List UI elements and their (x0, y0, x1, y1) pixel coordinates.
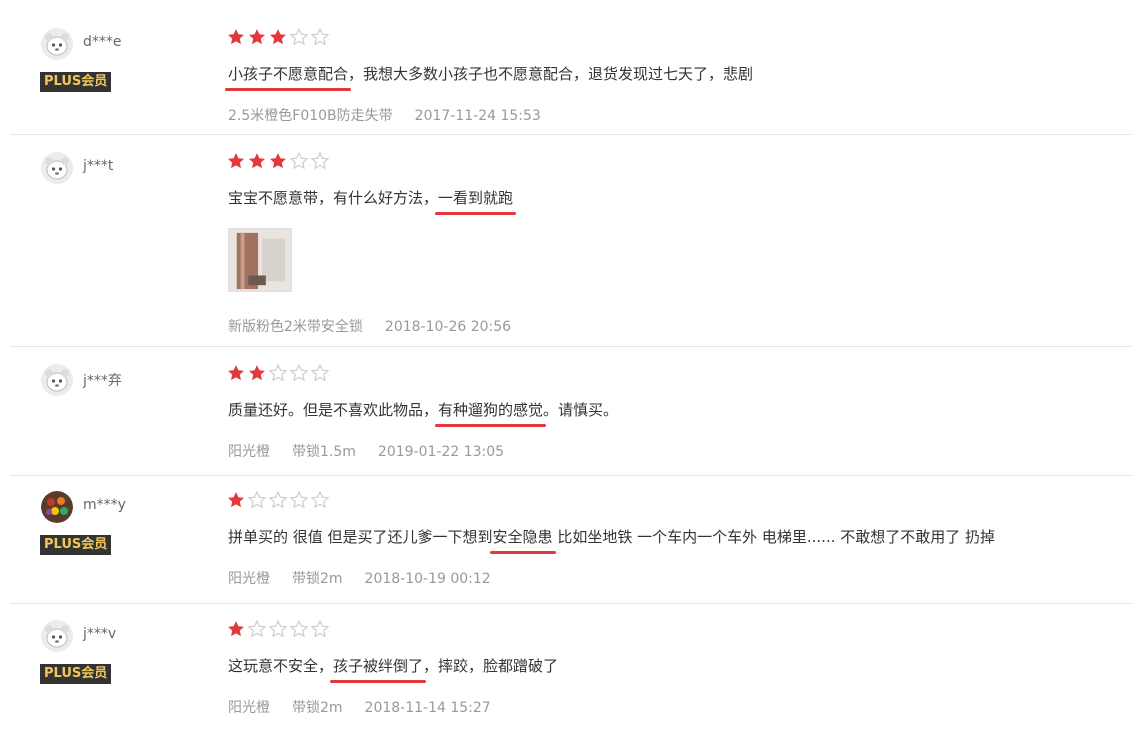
product-variant-tag: 带锁1.5m (292, 444, 356, 460)
star-filled-icon (228, 621, 244, 637)
plus-member-badge: PLUS会员 (40, 72, 112, 92)
review-text: 宝宝不愿意带，有什么好方法，一看到就跑 (228, 186, 517, 215)
review-list: d***e PLUS会员 小孩子不愿意配合，我想大多数小孩子也不愿意配合，退货发现过… (0, 0, 1140, 739)
star-empty-icon (289, 151, 309, 170)
review-datetime: 2018-10-26 20:56 (384, 319, 512, 335)
default-avatar-icon[interactable] (41, 364, 73, 396)
review-divider (10, 475, 1132, 476)
review-text-before: 质量还好。但是不喜欢此物品， (228, 401, 439, 419)
star-empty-icon (247, 490, 267, 509)
product-variant-tag: 2.5米橙色F010B防走失带 (228, 108, 393, 124)
highlighted-phrase: 孩子被绊倒了 (330, 654, 427, 683)
star-empty-icon (268, 363, 288, 382)
highlighted-phrase: 小孩子不愿意配合 (224, 62, 352, 91)
review-photo-thumbnail[interactable] (228, 228, 292, 292)
star-empty-icon (289, 363, 309, 382)
star-filled-icon (228, 29, 244, 45)
review-item: m***y PLUS会员 拼单买的 很值 但是买了还儿爹一下想到安全隐患 比如坐地铁… (0, 487, 1140, 587)
review-text: 质量还好。但是不喜欢此物品，有种遛狗的感觉。请慎买。 (228, 398, 619, 427)
star-filled-icon (228, 365, 244, 381)
star-filled-icon (228, 492, 244, 508)
star-empty-icon (268, 619, 288, 638)
review-meta: 阳光橙 带锁2m 2018-11-14 15:27 (228, 697, 513, 717)
product-variant-tag: 新版粉色2米带安全锁 (228, 319, 363, 335)
default-avatar-icon[interactable] (41, 152, 73, 184)
star-filled-icon (249, 365, 265, 381)
product-variant-tag: 阳光橙 (228, 700, 270, 716)
star-rating (226, 490, 331, 510)
star-empty-icon (289, 27, 309, 46)
review-text-before: 宝宝不愿意带，有什么好方法， (228, 189, 439, 207)
highlighted-phrase: 安全隐患 (489, 525, 556, 554)
default-avatar-icon[interactable] (41, 28, 73, 60)
review-divider (10, 346, 1132, 347)
star-empty-icon (289, 490, 309, 509)
username[interactable]: j***弃 (83, 370, 122, 390)
star-empty-icon (268, 490, 288, 509)
star-empty-icon (310, 27, 330, 46)
star-empty-icon (310, 151, 330, 170)
review-datetime: 2018-11-14 15:27 (364, 700, 491, 716)
review-text: 小孩子不愿意配合，我想大多数小孩子也不愿意配合，退货发现过七天了，悲剧 (224, 62, 754, 91)
review-divider (10, 134, 1132, 135)
review-text-after: ，我想大多数小孩子也不愿意配合，退货发现过七天了，悲剧 (348, 65, 754, 83)
plus-member-badge: PLUS会员 (40, 535, 112, 555)
review-text-before: 拼单买的 很值 但是买了还儿爹一下想到 (228, 528, 493, 546)
highlighted-phrase: 有种遛狗的感觉 (435, 398, 547, 427)
star-filled-icon (270, 29, 286, 45)
review-meta: 阳光橙 带锁2m 2018-10-19 00:12 (228, 568, 513, 588)
review-text: 拼单买的 很值 但是买了还儿爹一下想到安全隐患 比如坐地铁 一个车内一个车外 电… (228, 525, 996, 554)
star-empty-icon (310, 619, 330, 638)
review-datetime: 2018-10-19 00:12 (364, 571, 491, 587)
product-variant-tag: 阳光橙 (228, 444, 270, 460)
review-datetime: 2019-01-22 13:05 (377, 444, 505, 460)
username[interactable]: d***e (83, 34, 122, 50)
star-filled-icon (228, 153, 244, 169)
star-rating (226, 363, 331, 383)
default-avatar-icon[interactable] (41, 620, 73, 652)
review-text-after: 。请慎买。 (543, 401, 619, 419)
review-meta: 新版粉色2米带安全锁 2018-10-26 20:56 (228, 316, 533, 336)
star-rating (226, 27, 331, 47)
review-text-after: ，摔跤，脸都蹭破了 (423, 657, 559, 675)
review-divider (10, 603, 1132, 604)
star-rating (226, 619, 331, 639)
review-meta: 2.5米橙色F010B防走失带 2017-11-24 15:53 (228, 105, 563, 125)
star-empty-icon (310, 363, 330, 382)
product-variant-tag: 带锁2m (292, 700, 343, 716)
star-empty-icon (310, 490, 330, 509)
review-meta: 阳光橙 带锁1.5m 2019-01-22 13:05 (228, 441, 526, 461)
username[interactable]: j***v (83, 626, 116, 642)
review-text-after: 比如坐地铁 一个车内一个车外 电梯里...... 不敢想了不敢用了 扔掉 (552, 528, 996, 546)
star-filled-icon (249, 153, 265, 169)
username[interactable]: m***y (83, 497, 126, 513)
review-text: 这玩意不安全，孩子被绊倒了，摔跤，脸都蹭破了 (228, 654, 559, 683)
user-photo-avatar-icon[interactable] (41, 491, 73, 523)
review-text-before: 这玩意不安全， (228, 657, 334, 675)
username[interactable]: j***t (83, 158, 113, 174)
review-item: j***v PLUS会员 这玩意不安全，孩子被绊倒了，摔跤，脸都蹭破了阳光橙 带锁2m… (0, 616, 1140, 716)
star-filled-icon (270, 153, 286, 169)
product-variant-tag: 阳光橙 (228, 571, 270, 587)
plus-member-badge: PLUS会员 (40, 664, 112, 684)
review-item: j***t 宝宝不愿意带，有什么好方法，一看到就跑新版粉色2米带安全锁 2018-1… (0, 148, 1140, 335)
highlighted-phrase: 一看到就跑 (435, 186, 517, 215)
star-rating (226, 151, 331, 171)
star-empty-icon (289, 619, 309, 638)
star-empty-icon (247, 619, 267, 638)
star-filled-icon (249, 29, 265, 45)
product-variant-tag: 带锁2m (292, 571, 343, 587)
review-datetime: 2017-11-24 15:53 (414, 108, 541, 124)
review-item: d***e PLUS会员 小孩子不愿意配合，我想大多数小孩子也不愿意配合，退货发现过… (0, 24, 1140, 124)
review-item: j***弃质量还好。但是不喜欢此物品，有种遛狗的感觉。请慎买。阳光橙 带锁1.5m… (0, 360, 1140, 460)
